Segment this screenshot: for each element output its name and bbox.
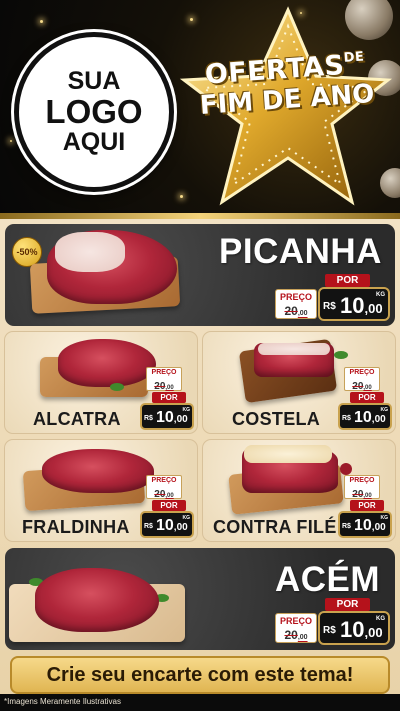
unit-label: KG [182, 515, 191, 521]
herb-garnish-icon [110, 383, 124, 391]
current-price-box: R$ 10,00 KG [140, 403, 194, 430]
por-label: POR [350, 392, 384, 403]
por-label: POR [152, 392, 186, 403]
product-card-costela[interactable]: COSTELA PREÇO 20,00 POR R$ 10,00 KG [202, 331, 396, 434]
unit-label: KG [380, 407, 389, 413]
por-label: POR [325, 274, 370, 287]
meat-fat-icon [244, 445, 332, 463]
product-name: ALCATRA [33, 409, 121, 429]
product-name: CONTRA FILÉ [213, 517, 337, 537]
preco-label: PREÇO [151, 477, 177, 484]
logo-placeholder: SUA LOGO AQUI [14, 32, 174, 192]
current-price-box: R$ 10,00 KG [338, 511, 392, 538]
old-price: 20,00 [154, 489, 174, 500]
price-tag: POR PREÇO 20,00 R$ 10,00 KG [275, 598, 390, 650]
meat-fat-icon [258, 343, 330, 355]
price-tag: POR PREÇO 20,00 R$ 10,00 KG [275, 274, 390, 326]
old-price: 20,00 [284, 628, 308, 642]
old-price-box: PREÇO 20,00 [275, 613, 317, 643]
old-price: 20,00 [352, 381, 372, 392]
unit-label: KG [376, 616, 385, 622]
preco-label: PREÇO [349, 477, 375, 484]
por-label: POR [325, 598, 370, 611]
meat-fraldinha-icon [42, 449, 154, 493]
currency-symbol: R$ [144, 523, 153, 530]
logo-line-2: LOGO [45, 92, 143, 130]
banner-line-1-suffix: DE [343, 49, 365, 66]
sparkle-icon [10, 140, 12, 142]
meat-fat-icon [55, 232, 125, 272]
price-tag: PREÇO 20,00 POR R$ 10,00 KG [140, 367, 194, 430]
por-label: POR [350, 500, 384, 511]
logo-line-3: AQUI [62, 128, 126, 157]
current-price-box: R$ 10,00 KG [318, 287, 390, 321]
old-price-box: PREÇO 20,00 [344, 475, 380, 500]
preco-label: PREÇO [349, 369, 375, 376]
product-name: PICANHA [219, 232, 382, 271]
price-tag: PREÇO 20,00 POR R$ 10,00 KG [338, 475, 392, 538]
product-card-contra-file[interactable]: CONTRA FILÉ PREÇO 20,00 POR R$ 10,00 KG [202, 439, 396, 542]
old-price-box: PREÇO 20,00 [344, 367, 380, 392]
unit-label: KG [380, 515, 389, 521]
preco-label: PREÇO [279, 292, 312, 302]
banner-title: OFERTASDE FIM DE ANO [194, 49, 378, 121]
product-card-acem[interactable]: ACÉM POR PREÇO 20,00 R$ 10,00 KG [5, 548, 395, 650]
preco-label: PREÇO [151, 369, 177, 376]
currency-symbol: R$ [342, 523, 351, 530]
old-price: 20,00 [284, 304, 308, 318]
old-price-box: PREÇO 20,00 [146, 475, 182, 500]
herb-garnish-icon [334, 351, 348, 359]
cta-button[interactable]: Crie seu encarte com este tema! [10, 656, 390, 694]
currency-symbol: R$ [342, 415, 351, 422]
old-price-box: PREÇO 20,00 [275, 289, 317, 319]
currency-symbol: R$ [323, 301, 336, 312]
disclaimer-text: *Imagens Meramente Ilustrativas [4, 697, 121, 706]
old-price: 20,00 [352, 489, 372, 500]
herb-garnish-icon [340, 463, 352, 475]
product-card-picanha[interactable]: -50% PICANHA POR PREÇO 20,00 R$ 10,00 KG [5, 224, 395, 326]
current-price-box: R$ 10,00 KG [318, 611, 390, 645]
header-banner: SUA LOGO AQUI OFERTASDE FIM DE ANO [0, 0, 400, 215]
star-banner: OFERTASDE FIM DE ANO [176, 6, 394, 212]
preco-label: PREÇO [279, 616, 312, 626]
currency-symbol: R$ [323, 625, 336, 636]
price-tag: PREÇO 20,00 POR R$ 10,00 KG [140, 475, 194, 538]
product-name: COSTELA [232, 409, 321, 429]
product-name: ACÉM [275, 560, 381, 599]
sparkle-icon [40, 20, 43, 23]
price-tag: PREÇO 20,00 POR R$ 10,00 KG [338, 367, 392, 430]
logo-line-1: SUA [67, 67, 121, 96]
old-price-box: PREÇO 20,00 [146, 367, 182, 392]
meat-acem-icon [35, 568, 159, 632]
old-price: 20,00 [154, 381, 174, 392]
product-card-alcatra[interactable]: ALCATRA PREÇO 20,00 POR R$ 10,00 KG [4, 331, 198, 434]
unit-label: KG [182, 407, 191, 413]
por-label: POR [152, 500, 186, 511]
product-name: FRALDINHA [22, 517, 130, 537]
unit-label: KG [376, 292, 385, 298]
currency-symbol: R$ [144, 415, 153, 422]
current-price-box: R$ 10,00 KG [338, 403, 392, 430]
product-card-fraldinha[interactable]: FRALDINHA PREÇO 20,00 POR R$ 10,00 KG [4, 439, 198, 542]
current-price-box: R$ 10,00 KG [140, 511, 194, 538]
